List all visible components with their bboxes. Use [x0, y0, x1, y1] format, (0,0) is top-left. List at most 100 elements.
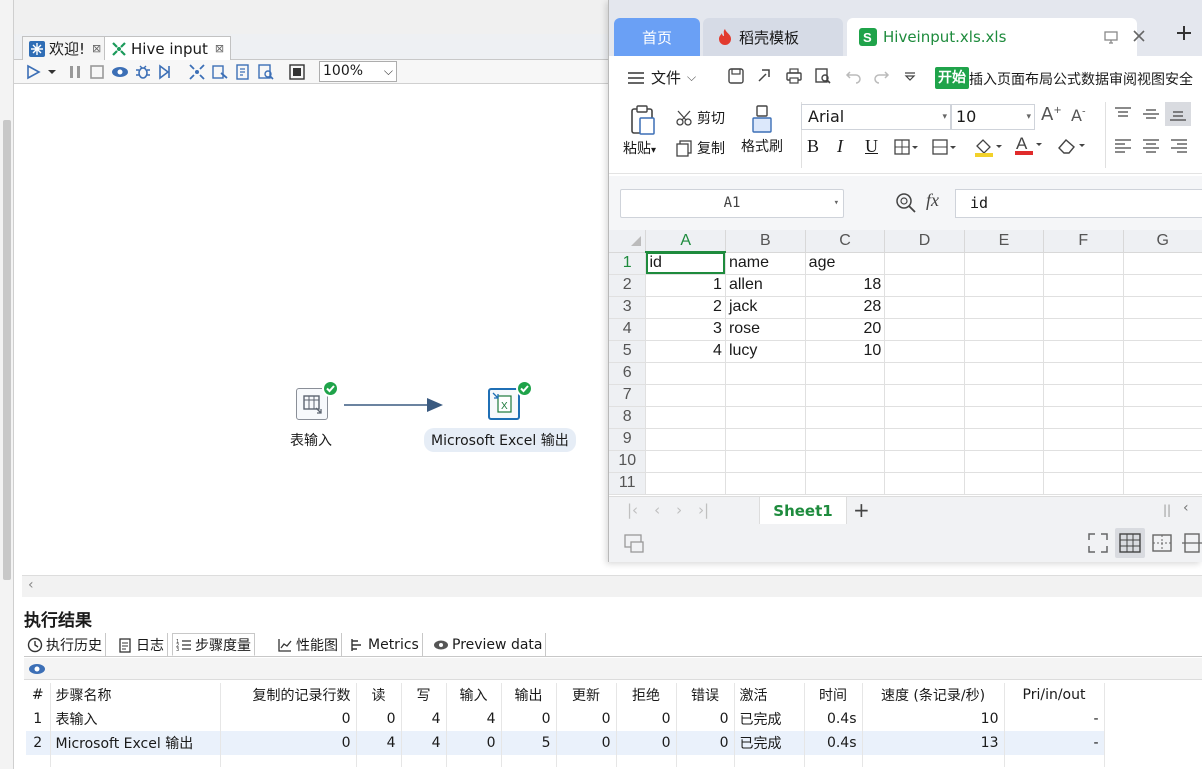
bold-button[interactable]: B — [807, 136, 819, 157]
row-header[interactable]: 1 — [609, 252, 647, 275]
cell-c4[interactable]: 20 — [805, 318, 886, 341]
show-hide-eye-icon[interactable] — [28, 661, 46, 677]
fill-color-icon[interactable] — [973, 136, 1003, 158]
underline-button[interactable]: U — [865, 136, 878, 157]
cell[interactable] — [964, 252, 1045, 275]
cell-b2[interactable]: allen — [725, 274, 806, 297]
add-sheet-button[interactable]: + — [853, 498, 870, 522]
select-all-corner[interactable] — [609, 230, 647, 253]
scroll-left-icon[interactable]: ‹ — [1183, 500, 1189, 516]
cell-c1[interactable]: age — [805, 252, 886, 275]
normal-view-icon[interactable] — [1115, 528, 1145, 558]
format-painter-button[interactable]: 格式刷 — [737, 104, 787, 156]
row-header[interactable]: 2 — [609, 274, 647, 297]
cell-a4[interactable]: 3 — [645, 318, 726, 341]
tab-welcome-close-icon[interactable]: ⊠ — [92, 42, 101, 55]
cell[interactable] — [884, 252, 965, 275]
page-layout-view-icon[interactable] — [1181, 532, 1202, 554]
pause-icon[interactable] — [66, 63, 84, 81]
tab-home[interactable]: 首页 — [614, 18, 700, 56]
tab-spreadsheet-file[interactable]: S Hiveinput.xls.xls — [847, 18, 1145, 56]
run-dropdown-icon[interactable] — [46, 63, 58, 81]
macro-icon[interactable] — [623, 532, 645, 554]
tab-step-metrics[interactable]: 123 步骤度量 — [172, 633, 255, 656]
cell[interactable] — [1043, 340, 1124, 363]
cell[interactable] — [964, 296, 1045, 319]
first-sheet-icon[interactable]: |‹ — [627, 501, 638, 519]
menu-tab-insert[interactable]: 插入 — [969, 69, 997, 89]
tab-templates[interactable]: 稻壳模板 — [703, 18, 843, 56]
cell[interactable] — [884, 318, 965, 341]
menu-tab-review[interactable]: 审阅 — [1109, 69, 1137, 89]
cell[interactable] — [1043, 296, 1124, 319]
column-header-a[interactable]: A — [645, 230, 726, 253]
cell[interactable] — [964, 274, 1045, 297]
scroll-left-icon[interactable]: ‹ — [28, 577, 34, 593]
cell-c5[interactable]: 10 — [805, 340, 886, 363]
cut-button[interactable]: 剪切 — [675, 108, 725, 128]
cell[interactable] — [1123, 252, 1202, 275]
column-header-f[interactable]: F — [1043, 230, 1124, 253]
cell[interactable] — [1123, 296, 1202, 319]
align-right-icon[interactable] — [1169, 138, 1189, 154]
snap-grid-icon[interactable] — [288, 63, 306, 81]
name-box[interactable]: A1 ▾ — [620, 189, 844, 218]
stop-icon[interactable] — [88, 63, 106, 81]
copy-button[interactable]: 复制 — [675, 138, 725, 158]
undo-icon[interactable] — [845, 67, 863, 85]
redo-icon[interactable] — [872, 67, 890, 85]
cell-b4[interactable]: rose — [725, 318, 806, 341]
fullscreen-icon[interactable] — [1087, 532, 1109, 554]
print-preview-icon[interactable] — [814, 67, 832, 85]
more-dropdown-icon[interactable] — [903, 67, 917, 85]
menu-tab-security[interactable]: 安全 — [1165, 69, 1193, 89]
cell-a3[interactable]: 2 — [645, 296, 726, 319]
cell[interactable] — [964, 318, 1045, 341]
borders-icon[interactable] — [893, 138, 919, 156]
new-tab-plus-icon[interactable] — [1175, 24, 1193, 42]
align-bottom-icon[interactable] — [1165, 102, 1191, 126]
page-break-view-icon[interactable] — [1151, 532, 1175, 554]
cell-b5[interactable]: lucy — [725, 340, 806, 363]
explore-db-icon[interactable] — [257, 63, 275, 81]
align-middle-icon[interactable] — [1141, 106, 1161, 122]
cell[interactable] — [1123, 274, 1202, 297]
row-header[interactable]: 6 — [609, 362, 647, 385]
cell-a5[interactable]: 4 — [645, 340, 726, 363]
font-family-select[interactable]: Arial ▾ — [801, 104, 951, 130]
spreadsheet-grid[interactable]: A B C D E F G 1 id name age 2 1 allen 18 — [609, 230, 1202, 496]
print-icon[interactable] — [785, 67, 803, 85]
verify-icon[interactable] — [188, 63, 206, 81]
file-menu[interactable]: 文件 ⌵ — [627, 67, 696, 88]
cell-b3[interactable]: jack — [725, 296, 806, 319]
cell[interactable] — [884, 274, 965, 297]
font-color-icon[interactable]: A — [1013, 134, 1043, 156]
sql-icon[interactable] — [234, 63, 252, 81]
paste-button[interactable]: 粘贴▾ — [623, 104, 663, 158]
row-header[interactable]: 4 — [609, 318, 647, 341]
tab-welcome[interactable]: 欢迎! ⊠ — [22, 36, 109, 60]
tab-hive-input[interactable]: Hive input ⊠ — [104, 36, 232, 60]
hop-arrow[interactable] — [22, 85, 642, 575]
increase-font-icon[interactable]: A+ — [1041, 104, 1062, 125]
cell[interactable] — [1043, 318, 1124, 341]
column-header-g[interactable]: G — [1123, 230, 1202, 253]
preview-eye-icon[interactable] — [111, 63, 129, 81]
prev-sheet-icon[interactable]: ‹ — [654, 501, 660, 519]
cell-c2[interactable]: 18 — [805, 274, 886, 297]
formula-input[interactable]: id — [955, 189, 1202, 218]
zoom-lookup-icon[interactable] — [895, 192, 917, 214]
tab-log[interactable]: 日志 — [114, 633, 168, 656]
cell[interactable] — [1123, 340, 1202, 363]
row-header[interactable]: 10 — [609, 450, 647, 473]
column-header-d[interactable]: D — [884, 230, 965, 253]
cell[interactable] — [1043, 274, 1124, 297]
sheet-tab-sheet1[interactable]: Sheet1 — [759, 497, 847, 525]
menu-tab-view[interactable]: 视图 — [1137, 69, 1165, 89]
menu-tab-data[interactable]: 数据 — [1081, 69, 1109, 89]
align-top-icon[interactable] — [1113, 106, 1133, 122]
table-row[interactable]: 2 Microsoft Excel 输出 0 4 4 0 5 0 0 0 已完成… — [26, 731, 1105, 755]
row-header[interactable]: 3 — [609, 296, 647, 319]
row-header[interactable]: 7 — [609, 384, 647, 407]
row-header[interactable]: 8 — [609, 406, 647, 429]
